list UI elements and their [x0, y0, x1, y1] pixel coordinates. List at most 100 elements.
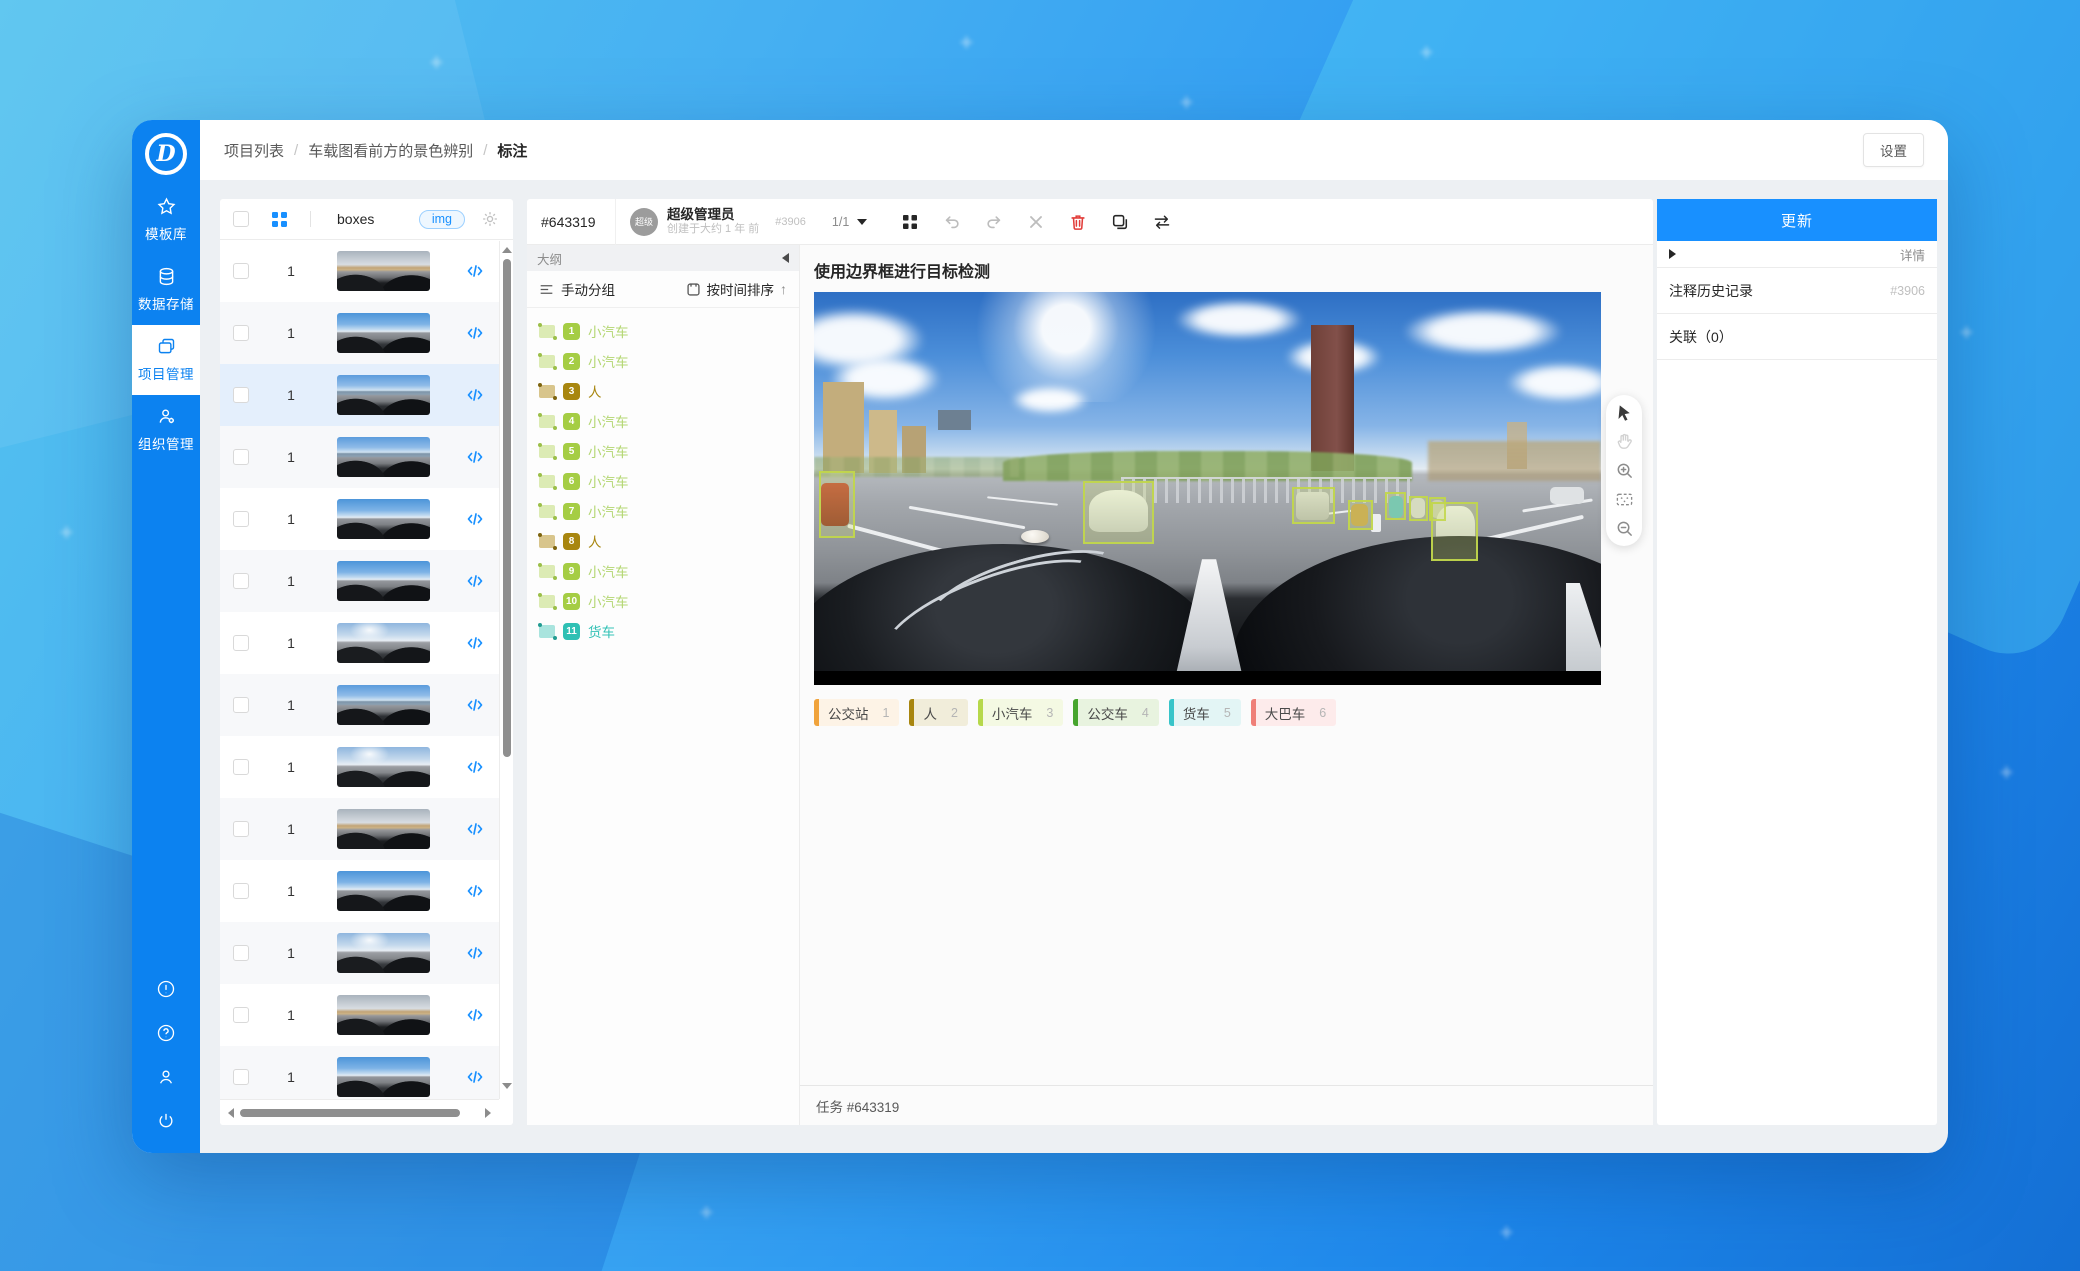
- group-icon[interactable]: [539, 282, 554, 297]
- image-thumbnail[interactable]: [337, 375, 430, 415]
- collapse-panel-icon[interactable]: [782, 253, 789, 263]
- image-thumbnail[interactable]: [337, 809, 430, 849]
- row-checkbox[interactable]: [233, 449, 249, 465]
- vertical-scrollbar[interactable]: [499, 241, 513, 1099]
- row-checkbox[interactable]: [233, 325, 249, 341]
- bounding-box-region[interactable]: [1292, 487, 1335, 524]
- sort-ascending-icon[interactable]: ↑: [780, 281, 787, 297]
- file-row[interactable]: 1: [220, 240, 499, 302]
- file-row[interactable]: 1: [220, 612, 499, 674]
- outline-item[interactable]: 11 货车: [527, 616, 799, 646]
- update-button[interactable]: 更新: [1657, 199, 1937, 241]
- redo-icon[interactable]: [985, 213, 1003, 231]
- image-thumbnail[interactable]: [337, 933, 430, 973]
- code-icon[interactable]: [467, 822, 483, 836]
- img-type-pill[interactable]: img: [419, 210, 465, 229]
- chevron-down-icon[interactable]: [857, 219, 867, 225]
- image-thumbnail[interactable]: [337, 1057, 430, 1097]
- file-row[interactable]: 1: [220, 364, 499, 426]
- annotation-history-row[interactable]: 注释历史记录 #3906: [1657, 268, 1937, 314]
- power-icon[interactable]: [156, 1111, 176, 1131]
- image-thumbnail[interactable]: [337, 499, 430, 539]
- code-icon[interactable]: [467, 636, 483, 650]
- code-icon[interactable]: [467, 264, 483, 278]
- code-icon[interactable]: [467, 326, 483, 340]
- row-checkbox[interactable]: [233, 697, 249, 713]
- file-row[interactable]: 1: [220, 922, 499, 984]
- image-thumbnail[interactable]: [337, 871, 430, 911]
- code-icon[interactable]: [467, 1008, 483, 1022]
- label-chip[interactable]: 货车 5: [1169, 699, 1241, 726]
- sidebar-item-data-storage[interactable]: 数据存储: [132, 255, 200, 325]
- pan-hand-icon[interactable]: [1615, 432, 1634, 451]
- image-thumbnail[interactable]: [337, 437, 430, 477]
- vertical-scroll-thumb[interactable]: [503, 259, 511, 757]
- annotation-image[interactable]: [814, 292, 1601, 685]
- sidebar-item-template-library[interactable]: 模板库: [132, 185, 200, 255]
- outline-item[interactable]: 1 小汽车: [527, 316, 799, 346]
- label-chip[interactable]: 公交车 4: [1073, 699, 1158, 726]
- copy-icon[interactable]: [1111, 213, 1129, 231]
- code-icon[interactable]: [467, 1070, 483, 1084]
- zoom-in-icon[interactable]: [1615, 461, 1634, 480]
- code-icon[interactable]: [467, 450, 483, 464]
- row-checkbox[interactable]: [233, 1069, 249, 1085]
- fit-to-screen-icon[interactable]: [1615, 490, 1634, 509]
- row-checkbox[interactable]: [233, 759, 249, 775]
- file-row[interactable]: 1: [220, 736, 499, 798]
- breadcrumb-project-list[interactable]: 项目列表: [224, 140, 284, 161]
- code-icon[interactable]: [467, 946, 483, 960]
- outline-item[interactable]: 2 小汽车: [527, 346, 799, 376]
- row-checkbox[interactable]: [233, 635, 249, 651]
- bounding-box-region[interactable]: [819, 471, 855, 538]
- file-row[interactable]: 1: [220, 984, 499, 1046]
- file-row[interactable]: 1: [220, 550, 499, 612]
- sidebar-item-project-management[interactable]: 项目管理: [132, 325, 200, 395]
- zoom-out-icon[interactable]: [1615, 519, 1634, 538]
- swap-icon[interactable]: [1153, 213, 1171, 231]
- label-chip[interactable]: 小汽车 3: [978, 699, 1063, 726]
- select-all-checkbox[interactable]: [233, 211, 249, 227]
- label-chip[interactable]: 人 2: [909, 699, 967, 726]
- image-thumbnail[interactable]: [337, 313, 430, 353]
- scroll-left-arrow[interactable]: [228, 1108, 234, 1118]
- image-thumbnail[interactable]: [337, 561, 430, 601]
- view-settings-icon[interactable]: [901, 213, 919, 231]
- outline-item[interactable]: 9 小汽车: [527, 556, 799, 586]
- delete-icon[interactable]: [1069, 213, 1087, 231]
- outline-item[interactable]: 3 人: [527, 376, 799, 406]
- row-checkbox[interactable]: [233, 821, 249, 837]
- bounding-box-region[interactable]: [1348, 500, 1373, 529]
- outline-item[interactable]: 6 小汽车: [527, 466, 799, 496]
- horizontal-scroll-thumb[interactable]: [240, 1109, 460, 1117]
- user-icon[interactable]: [156, 1067, 176, 1087]
- reset-icon[interactable]: [1027, 213, 1045, 231]
- file-row[interactable]: 1: [220, 426, 499, 488]
- image-thumbnail[interactable]: [337, 623, 430, 663]
- select-cursor-icon[interactable]: [1615, 403, 1634, 422]
- bounding-box-region[interactable]: [1083, 481, 1154, 544]
- gear-icon[interactable]: [481, 210, 499, 228]
- breadcrumb-project-name[interactable]: 车载图看前方的景色辨别: [308, 140, 473, 161]
- row-checkbox[interactable]: [233, 883, 249, 899]
- manual-group-label[interactable]: 手动分组: [561, 279, 615, 299]
- scroll-down-arrow[interactable]: [502, 1083, 512, 1089]
- outline-item[interactable]: 7 小汽车: [527, 496, 799, 526]
- file-row[interactable]: 1: [220, 674, 499, 736]
- label-chip[interactable]: 公交站 1: [814, 699, 899, 726]
- row-checkbox[interactable]: [233, 387, 249, 403]
- sidebar-item-organization-management[interactable]: 组织管理: [132, 395, 200, 465]
- settings-button[interactable]: 设置: [1863, 133, 1924, 167]
- file-row[interactable]: 1: [220, 488, 499, 550]
- undo-icon[interactable]: [943, 213, 961, 231]
- code-icon[interactable]: [467, 884, 483, 898]
- outline-item[interactable]: 8 人: [527, 526, 799, 556]
- help-icon[interactable]: [156, 1023, 176, 1043]
- code-icon[interactable]: [467, 698, 483, 712]
- scroll-up-arrow[interactable]: [502, 247, 512, 253]
- outline-item[interactable]: 10 小汽车: [527, 586, 799, 616]
- play-icon[interactable]: [1669, 249, 1676, 259]
- info-icon[interactable]: [156, 979, 176, 999]
- image-thumbnail[interactable]: [337, 747, 430, 787]
- avatar[interactable]: 超级: [630, 208, 658, 236]
